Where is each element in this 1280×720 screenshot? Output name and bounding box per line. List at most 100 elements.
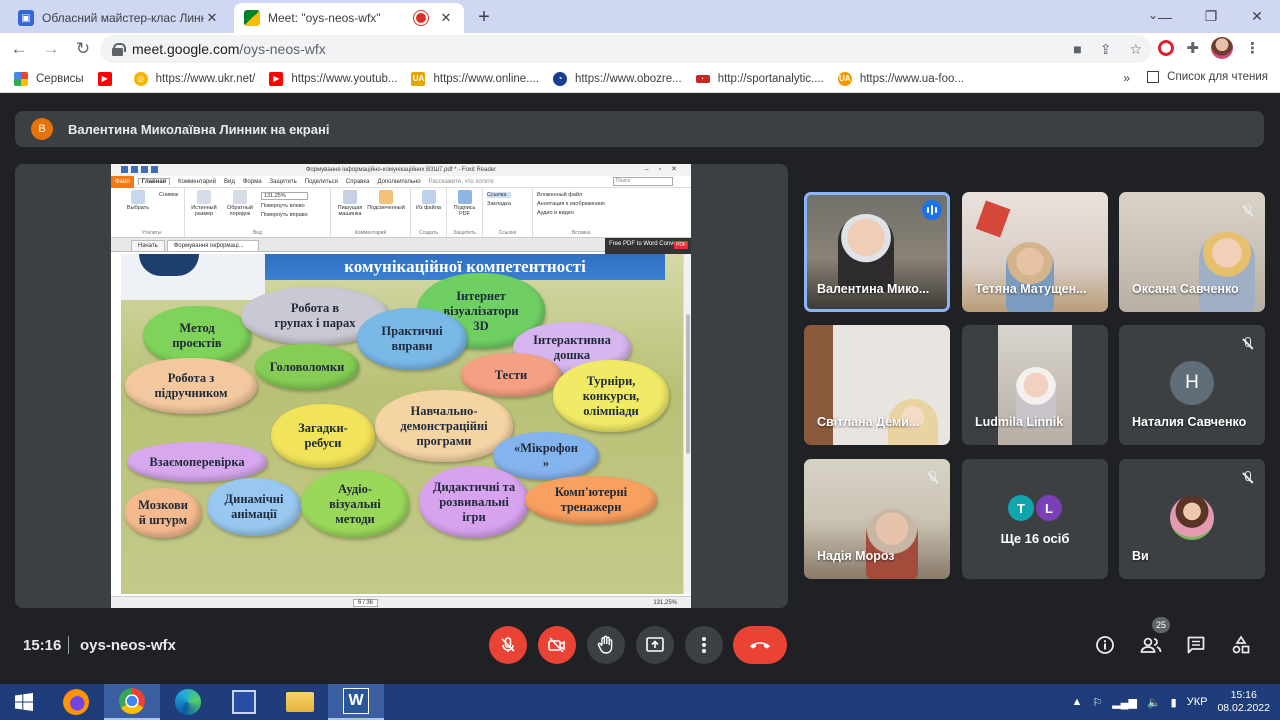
browser-tab-workshop[interactable]: ▣ Обласний майстер-клас Линник ✕ <box>8 3 230 33</box>
browser-menu-icon[interactable]: ⋮ <box>1245 39 1260 57</box>
ribbon-bookmark-button[interactable]: Закладка <box>487 201 511 207</box>
meeting-details-button[interactable] <box>1092 632 1118 658</box>
participant-tile[interactable]: Оксана Савченко <box>1119 192 1265 312</box>
ribbon-sign-pdf-button[interactable]: Подпись PDF <box>451 190 478 217</box>
ribbon-rotate-left-button[interactable]: Повернуть влево <box>261 203 308 209</box>
participant-tile[interactable]: Н Наталия Савченко <box>1119 325 1265 445</box>
ribbon-rotate-right-button[interactable]: Повернуть вправо <box>261 212 308 218</box>
taskbar-word[interactable]: W <box>328 684 384 720</box>
pdf-zoom-level[interactable]: 131,25% <box>653 600 677 606</box>
pdf-menu-extra[interactable]: Дополнительно <box>377 179 420 185</box>
back-button[interactable]: ← <box>6 36 32 62</box>
ribbon-typewriter-button[interactable]: Пишущая машинка <box>335 190 365 217</box>
battery-icon[interactable]: ▮ <box>1171 696 1177 709</box>
tray-overflow-icon[interactable]: ▲ <box>1071 696 1082 708</box>
taskbar-clock[interactable]: 15:16 08.02.2022 <box>1217 689 1270 715</box>
taskbar-firefox[interactable] <box>48 684 104 720</box>
ribbon-actual-size-button[interactable]: Истинный размер <box>189 190 219 217</box>
bookmark-online[interactable]: UA https://www.online.... <box>411 71 539 86</box>
bookmark-services[interactable]: Сервисы <box>14 71 84 86</box>
more-options-button[interactable] <box>685 626 723 664</box>
leave-call-button[interactable] <box>733 626 787 664</box>
bookmark-youtube[interactable]: ▶ <box>97 71 120 86</box>
recording-indicator-icon <box>416 13 426 23</box>
close-tab-icon[interactable]: ✕ <box>438 10 454 26</box>
reload-button[interactable]: ↻ <box>70 36 96 62</box>
ribbon-image-annotation-button[interactable]: Аннотация к изображению <box>537 201 605 207</box>
presenter-avatar: В <box>31 118 53 140</box>
bookmark-obozrevatel[interactable]: ◔ https://www.obozre... <box>552 71 682 86</box>
close-tab-icon[interactable]: ✕ <box>204 10 220 26</box>
participant-tile[interactable]: Надія Мороз <box>804 459 950 579</box>
taskbar-chrome[interactable] <box>104 684 160 720</box>
minimize-button[interactable]: — <box>1142 9 1188 25</box>
raise-hand-button[interactable] <box>587 626 625 664</box>
input-language[interactable]: УКР <box>1187 696 1208 708</box>
profile-avatar[interactable] <box>1211 37 1233 59</box>
ribbon-highlight-button[interactable]: Подсвеченный <box>367 190 405 211</box>
ribbon-link-button[interactable]: Ссылка <box>487 192 511 198</box>
people-button[interactable] <box>1138 632 1164 658</box>
pdf-menu-help[interactable]: Справка <box>346 179 370 185</box>
pdf-menu-form[interactable]: Форма <box>243 179 262 185</box>
pdf-tab-start[interactable]: Начать <box>131 240 165 251</box>
opera-extension-icon[interactable] <box>1158 40 1175 56</box>
participant-name: Ви <box>1132 549 1149 563</box>
bookmark-uafootball[interactable]: UA https://www.ua-foo... <box>837 71 964 86</box>
ribbon-audio-video-button[interactable]: Аудио и видео <box>537 210 605 216</box>
participant-tile[interactable]: Світлана Деми... <box>804 325 950 445</box>
pdf-page-indicator[interactable]: 6 / 36 <box>353 598 379 607</box>
pdf-menu-file[interactable]: Файл <box>111 175 134 188</box>
chat-button[interactable] <box>1183 632 1209 658</box>
camera-toggle-button[interactable] <box>538 626 576 664</box>
present-screen-button[interactable] <box>636 626 674 664</box>
taskbar-file-explorer[interactable] <box>272 684 328 720</box>
extensions-puzzle-icon[interactable]: ✚ <box>1186 39 1199 57</box>
online-icon: UA <box>411 71 426 86</box>
ribbon-snapshot-button[interactable]: Снимок <box>159 192 178 198</box>
share-icon[interactable]: ⇪ <box>1100 41 1112 58</box>
flag-icon[interactable]: ⚐ <box>1092 696 1102 709</box>
ribbon-from-file-button[interactable]: Из файла <box>415 190 442 211</box>
activities-button[interactable] <box>1228 632 1254 658</box>
bookmark-sportanalytic[interactable]: · http://sportanalytic.... <box>695 73 824 85</box>
bookmark-ukrnet[interactable]: ◎ https://www.ukr.net/ <box>133 71 255 86</box>
pdf-menu-view[interactable]: Вид <box>224 179 235 185</box>
slide-cloud-label: Турніри, конкурси, олімпіади <box>553 360 669 432</box>
network-icon[interactable]: ▂▄▆ <box>1112 696 1137 709</box>
volume-icon[interactable]: 🔈 <box>1147 696 1161 709</box>
new-tab-button[interactable]: + <box>470 4 498 32</box>
pdf-search-input[interactable]: Поиск <box>613 177 673 186</box>
pdf-tab-document[interactable]: Формування інформаці... <box>166 240 259 251</box>
address-bar[interactable]: meet.google.com/oys-neos-wfx ■ ⇪ ☆ <box>100 35 1152 63</box>
bookmark-star-icon[interactable]: ☆ <box>1129 41 1142 58</box>
pdf-menu-home[interactable]: Главная <box>137 178 171 185</box>
ribbon-select-button[interactable]: Выбрать <box>123 190 153 211</box>
pdf-menu-share[interactable]: Поделиться <box>305 179 338 185</box>
browser-tab-meet[interactable]: Meet: "oys-neos-wfx" ✕ <box>234 3 464 33</box>
bookmark-youtube-2[interactable]: ▶ https://www.youtub... <box>269 71 397 86</box>
close-window-button[interactable]: ✕ <box>1234 8 1280 25</box>
restore-button[interactable]: ❐ <box>1188 8 1234 25</box>
pdf-menu-protect[interactable]: Защитить <box>270 179 297 185</box>
sport-icon: · <box>695 74 710 83</box>
self-tile[interactable]: Ви <box>1119 459 1265 579</box>
more-participants-tile[interactable]: T L Ще 16 осіб <box>962 459 1108 579</box>
taskbar-edge[interactable] <box>160 684 216 720</box>
microphone-toggle-button[interactable] <box>489 626 527 664</box>
taskbar-save-app[interactable] <box>216 684 272 720</box>
ribbon-zoom-field[interactable]: 131,25% <box>261 192 308 200</box>
participant-tile[interactable]: Ludmila Linnik <box>962 325 1108 445</box>
ribbon-reverse-order-button[interactable]: Обратный порядок <box>225 190 255 217</box>
ribbon-attachment-button[interactable]: Вложенный файл <box>537 192 605 198</box>
pdf-scrollbar[interactable] <box>683 254 691 594</box>
forward-button[interactable]: → <box>38 36 64 62</box>
bookmarks-overflow-button[interactable]: » <box>1123 71 1130 85</box>
pdf-menu-comment[interactable]: Комментарий <box>178 179 216 185</box>
reading-list-button[interactable]: Список для чтения <box>1147 71 1268 83</box>
start-button[interactable] <box>0 684 48 720</box>
participant-tile[interactable]: Тетяна Матущен... <box>962 192 1108 312</box>
participant-tile[interactable]: Валентина Мико... <box>804 192 950 312</box>
pdf-tell-me[interactable]: Расскажите, что хотите <box>429 179 494 185</box>
camera-in-use-icon[interactable]: ■ <box>1073 41 1081 58</box>
